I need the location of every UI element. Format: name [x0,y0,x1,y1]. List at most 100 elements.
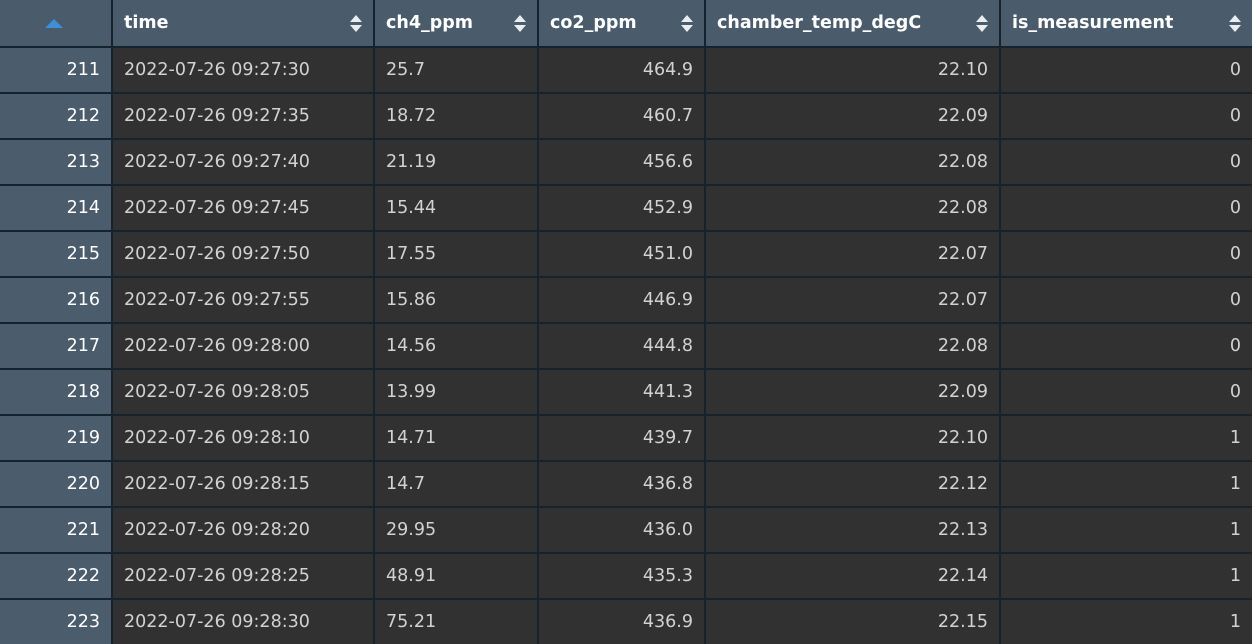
table-row[interactable]: 212 2022-07-26 09:27:35 18.72 460.7 22.09 0 [0,93,1252,140]
cell-co2-ppm[interactable]: 451.0 [538,231,706,278]
cell-ch4-ppm[interactable]: 15.44 [374,185,539,232]
cell-is-measurement[interactable]: 0 [1000,277,1252,324]
data-table-container[interactable]: time ch4_ppm co2_ppm chamber_temp_degC i… [0,0,1252,644]
cell-time[interactable]: 2022-07-26 09:27:40 [112,139,375,186]
sort-updown-icon-ch4-ppm[interactable] [514,14,526,32]
cell-ch4-ppm[interactable]: 48.91 [374,553,539,600]
table-row[interactable]: 211 2022-07-26 09:27:30 25.7 464.9 22.10 0 [0,47,1252,94]
cell-time[interactable]: 2022-07-26 09:28:00 [112,323,375,370]
cell-co2-ppm[interactable]: 460.7 [538,93,706,140]
cell-co2-ppm[interactable]: 439.7 [538,415,706,462]
row-index-cell[interactable]: 214 [0,185,113,232]
cell-chamber-temp-degc[interactable]: 22.09 [705,369,1001,416]
cell-co2-ppm[interactable]: 452.9 [538,185,706,232]
cell-is-measurement[interactable]: 0 [1000,323,1252,370]
table-row[interactable]: 215 2022-07-26 09:27:50 17.55 451.0 22.07 0 [0,231,1252,278]
cell-chamber-temp-degc[interactable]: 22.08 [705,185,1001,232]
table-row[interactable]: 218 2022-07-26 09:28:05 13.99 441.3 22.09 0 [0,369,1252,416]
cell-co2-ppm[interactable]: 436.0 [538,507,706,554]
cell-is-measurement[interactable]: 0 [1000,231,1252,278]
cell-ch4-ppm[interactable]: 25.7 [374,47,539,94]
cell-chamber-temp-degc[interactable]: 22.13 [705,507,1001,554]
cell-is-measurement[interactable]: 0 [1000,139,1252,186]
row-index-cell[interactable]: 213 [0,139,113,186]
cell-chamber-temp-degc[interactable]: 22.07 [705,231,1001,278]
table-row[interactable]: 221 2022-07-26 09:28:20 29.95 436.0 22.13 1 [0,507,1252,554]
table-row[interactable]: 223 2022-07-26 09:28:30 75.21 436.9 22.15 1 [0,599,1252,644]
cell-is-measurement[interactable]: 1 [1000,415,1252,462]
cell-ch4-ppm[interactable]: 29.95 [374,507,539,554]
cell-ch4-ppm[interactable]: 21.19 [374,139,539,186]
cell-ch4-ppm[interactable]: 14.71 [374,415,539,462]
cell-is-measurement[interactable]: 0 [1000,47,1252,94]
cell-ch4-ppm[interactable]: 18.72 [374,93,539,140]
sort-ascending-icon[interactable] [44,18,63,28]
cell-time[interactable]: 2022-07-26 09:27:35 [112,93,375,140]
cell-chamber-temp-degc[interactable]: 22.10 [705,47,1001,94]
sort-updown-icon-time[interactable] [350,14,362,32]
cell-ch4-ppm[interactable]: 14.56 [374,323,539,370]
cell-is-measurement[interactable]: 0 [1000,185,1252,232]
row-index-cell[interactable]: 212 [0,93,113,140]
column-header-chamber-temp-degc[interactable]: chamber_temp_degC [705,0,1001,48]
cell-ch4-ppm[interactable]: 17.55 [374,231,539,278]
row-index-cell[interactable]: 215 [0,231,113,278]
cell-co2-ppm[interactable]: 435.3 [538,553,706,600]
row-index-cell[interactable]: 211 [0,47,113,94]
cell-time[interactable]: 2022-07-26 09:28:15 [112,461,375,508]
cell-co2-ppm[interactable]: 441.3 [538,369,706,416]
cell-ch4-ppm[interactable]: 75.21 [374,599,539,644]
row-index-cell[interactable]: 222 [0,553,113,600]
table-row[interactable]: 217 2022-07-26 09:28:00 14.56 444.8 22.08 0 [0,323,1252,370]
row-index-cell[interactable]: 220 [0,461,113,508]
table-row[interactable]: 216 2022-07-26 09:27:55 15.86 446.9 22.07 0 [0,277,1252,324]
cell-time[interactable]: 2022-07-26 09:27:30 [112,47,375,94]
cell-is-measurement[interactable]: 1 [1000,461,1252,508]
table-row[interactable]: 214 2022-07-26 09:27:45 15.44 452.9 22.08 0 [0,185,1252,232]
cell-time[interactable]: 2022-07-26 09:28:10 [112,415,375,462]
table-row[interactable]: 219 2022-07-26 09:28:10 14.71 439.7 22.10 1 [0,415,1252,462]
cell-chamber-temp-degc[interactable]: 22.15 [705,599,1001,644]
cell-chamber-temp-degc[interactable]: 22.07 [705,277,1001,324]
column-header-index[interactable] [0,0,113,48]
cell-chamber-temp-degc[interactable]: 22.09 [705,93,1001,140]
cell-time[interactable]: 2022-07-26 09:27:45 [112,185,375,232]
row-index-cell[interactable]: 223 [0,599,113,644]
column-header-time[interactable]: time [112,0,375,48]
cell-is-measurement[interactable]: 0 [1000,369,1252,416]
column-header-ch4-ppm[interactable]: ch4_ppm [374,0,539,48]
row-index-cell[interactable]: 216 [0,277,113,324]
cell-is-measurement[interactable]: 1 [1000,507,1252,554]
cell-ch4-ppm[interactable]: 14.7 [374,461,539,508]
sort-updown-icon-chamber-temp-degc[interactable] [976,14,988,32]
cell-chamber-temp-degc[interactable]: 22.12 [705,461,1001,508]
cell-co2-ppm[interactable]: 436.8 [538,461,706,508]
cell-co2-ppm[interactable]: 456.6 [538,139,706,186]
table-row[interactable]: 220 2022-07-26 09:28:15 14.7 436.8 22.12 1 [0,461,1252,508]
cell-is-measurement[interactable]: 1 [1000,553,1252,600]
sort-updown-icon-co2-ppm[interactable] [681,14,693,32]
row-index-cell[interactable]: 219 [0,415,113,462]
cell-co2-ppm[interactable]: 464.9 [538,47,706,94]
column-header-co2-ppm[interactable]: co2_ppm [538,0,706,48]
sort-updown-icon-is-measurement[interactable] [1229,14,1241,32]
cell-time[interactable]: 2022-07-26 09:28:30 [112,599,375,644]
cell-co2-ppm[interactable]: 444.8 [538,323,706,370]
cell-chamber-temp-degc[interactable]: 22.14 [705,553,1001,600]
cell-time[interactable]: 2022-07-26 09:28:25 [112,553,375,600]
table-row[interactable]: 213 2022-07-26 09:27:40 21.19 456.6 22.08 0 [0,139,1252,186]
cell-time[interactable]: 2022-07-26 09:28:20 [112,507,375,554]
cell-chamber-temp-degc[interactable]: 22.08 [705,139,1001,186]
row-index-cell[interactable]: 221 [0,507,113,554]
cell-time[interactable]: 2022-07-26 09:28:05 [112,369,375,416]
cell-is-measurement[interactable]: 1 [1000,599,1252,644]
cell-chamber-temp-degc[interactable]: 22.10 [705,415,1001,462]
cell-time[interactable]: 2022-07-26 09:27:50 [112,231,375,278]
cell-is-measurement[interactable]: 0 [1000,93,1252,140]
column-header-is-measurement[interactable]: is_measurement [1000,0,1252,48]
table-row[interactable]: 222 2022-07-26 09:28:25 48.91 435.3 22.14 1 [0,553,1252,600]
cell-ch4-ppm[interactable]: 13.99 [374,369,539,416]
row-index-cell[interactable]: 217 [0,323,113,370]
cell-ch4-ppm[interactable]: 15.86 [374,277,539,324]
cell-co2-ppm[interactable]: 436.9 [538,599,706,644]
